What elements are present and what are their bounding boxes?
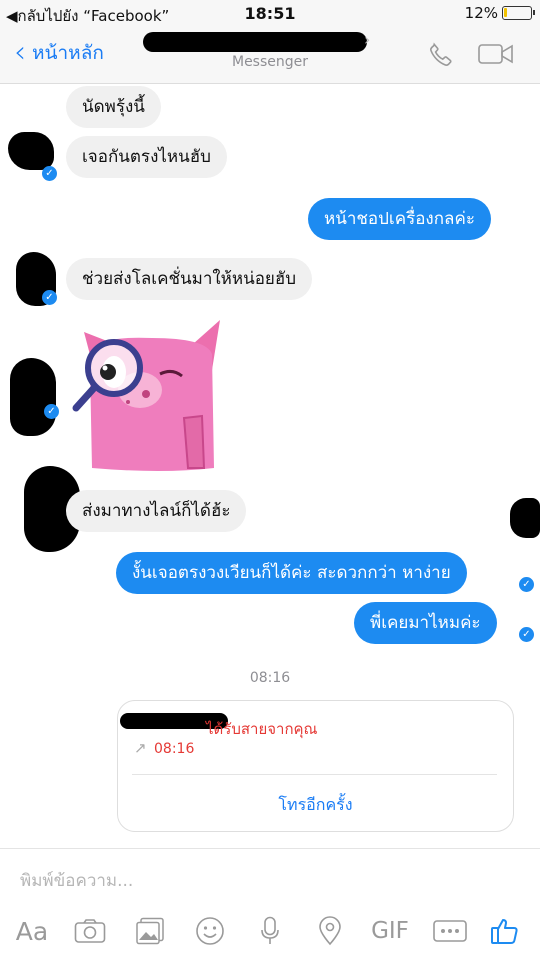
battery-fill (504, 8, 507, 17)
call-time: 08:16 (154, 741, 195, 757)
message-composer: พิมพ์ข้อความ... Aa GIF (0, 848, 540, 960)
avatar-redacted (10, 358, 56, 436)
reader-avatar-redacted (510, 498, 540, 538)
conversation-header: ‹ หน้าหลัก › Messenger (0, 28, 540, 84)
emoji-icon[interactable] (192, 911, 228, 951)
message-input[interactable]: พิมพ์ข้อความ... (20, 867, 133, 894)
header-subtitle: Messenger (231, 54, 309, 70)
seen-check-icon: ✓ (42, 166, 57, 181)
call-card-divider (132, 774, 497, 775)
chevron-right-icon: › (364, 30, 371, 49)
thumbs-up-icon[interactable] (488, 911, 522, 951)
status-bar: ◀กลับไปยัง “Facebook” 18:51 12% (0, 0, 540, 28)
delivered-check-icon: ✓ (519, 577, 534, 592)
call-again-button[interactable]: โทรอีกครั้ง (118, 793, 513, 818)
call-arrow-icon: ↗ (134, 739, 147, 757)
composer-toolbar: Aa GIF (0, 911, 540, 951)
message-bubble-incoming[interactable]: ช่วยส่งโลเคชั่นมาให้หน่อยฮับ (66, 258, 313, 300)
message-bubble-outgoing[interactable]: หน้าชอปเครื่องกลค่ะ (308, 198, 491, 240)
pink-pig-magnifier-sticker[interactable] (72, 318, 232, 478)
gif-button[interactable]: GIF (368, 911, 412, 951)
message-bubble-outgoing[interactable]: งั้นเจอตรงวงเวียนก็ได้ค่ะ สะดวกกว่า หาง่… (116, 552, 467, 594)
delivered-check-icon: ✓ (519, 627, 534, 642)
contact-name-redacted[interactable] (143, 32, 367, 52)
battery-icon (502, 6, 535, 20)
seen-check-icon: ✓ (42, 290, 57, 305)
text-format-button[interactable]: Aa (12, 911, 52, 951)
phone-icon[interactable] (426, 40, 456, 74)
seen-check-icon: ✓ (44, 404, 59, 419)
camera-icon[interactable] (72, 911, 108, 951)
gallery-icon[interactable] (132, 911, 168, 951)
video-camera-icon[interactable] (478, 42, 514, 70)
battery-percent: 12% (464, 4, 498, 22)
location-pin-icon[interactable] (314, 911, 346, 951)
battery-indicator: 12% (464, 4, 535, 22)
message-bubble-incoming[interactable]: เจอกันตรงไหนฮับ (66, 136, 227, 178)
message-bubble-incoming[interactable]: นัดพรุ้งนี้ (66, 86, 161, 128)
more-icon[interactable] (432, 911, 468, 951)
call-status-text: ได้รับสายจากคุณ (206, 720, 318, 738)
message-bubble-incoming[interactable]: ส่งมาทางไลน์ก็ได้ฮ้ะ (66, 490, 247, 532)
call-card: ได้รับสายจากคุณ ↗ 08:16 โทรอีกครั้ง (117, 700, 514, 832)
avatar-redacted (8, 132, 54, 170)
microphone-icon[interactable] (254, 911, 286, 951)
status-time: 18:51 (244, 4, 296, 23)
message-bubble-outgoing[interactable]: พี่เคยมาไหมค่ะ (354, 602, 497, 644)
timestamp-divider: 08:16 (249, 670, 291, 686)
